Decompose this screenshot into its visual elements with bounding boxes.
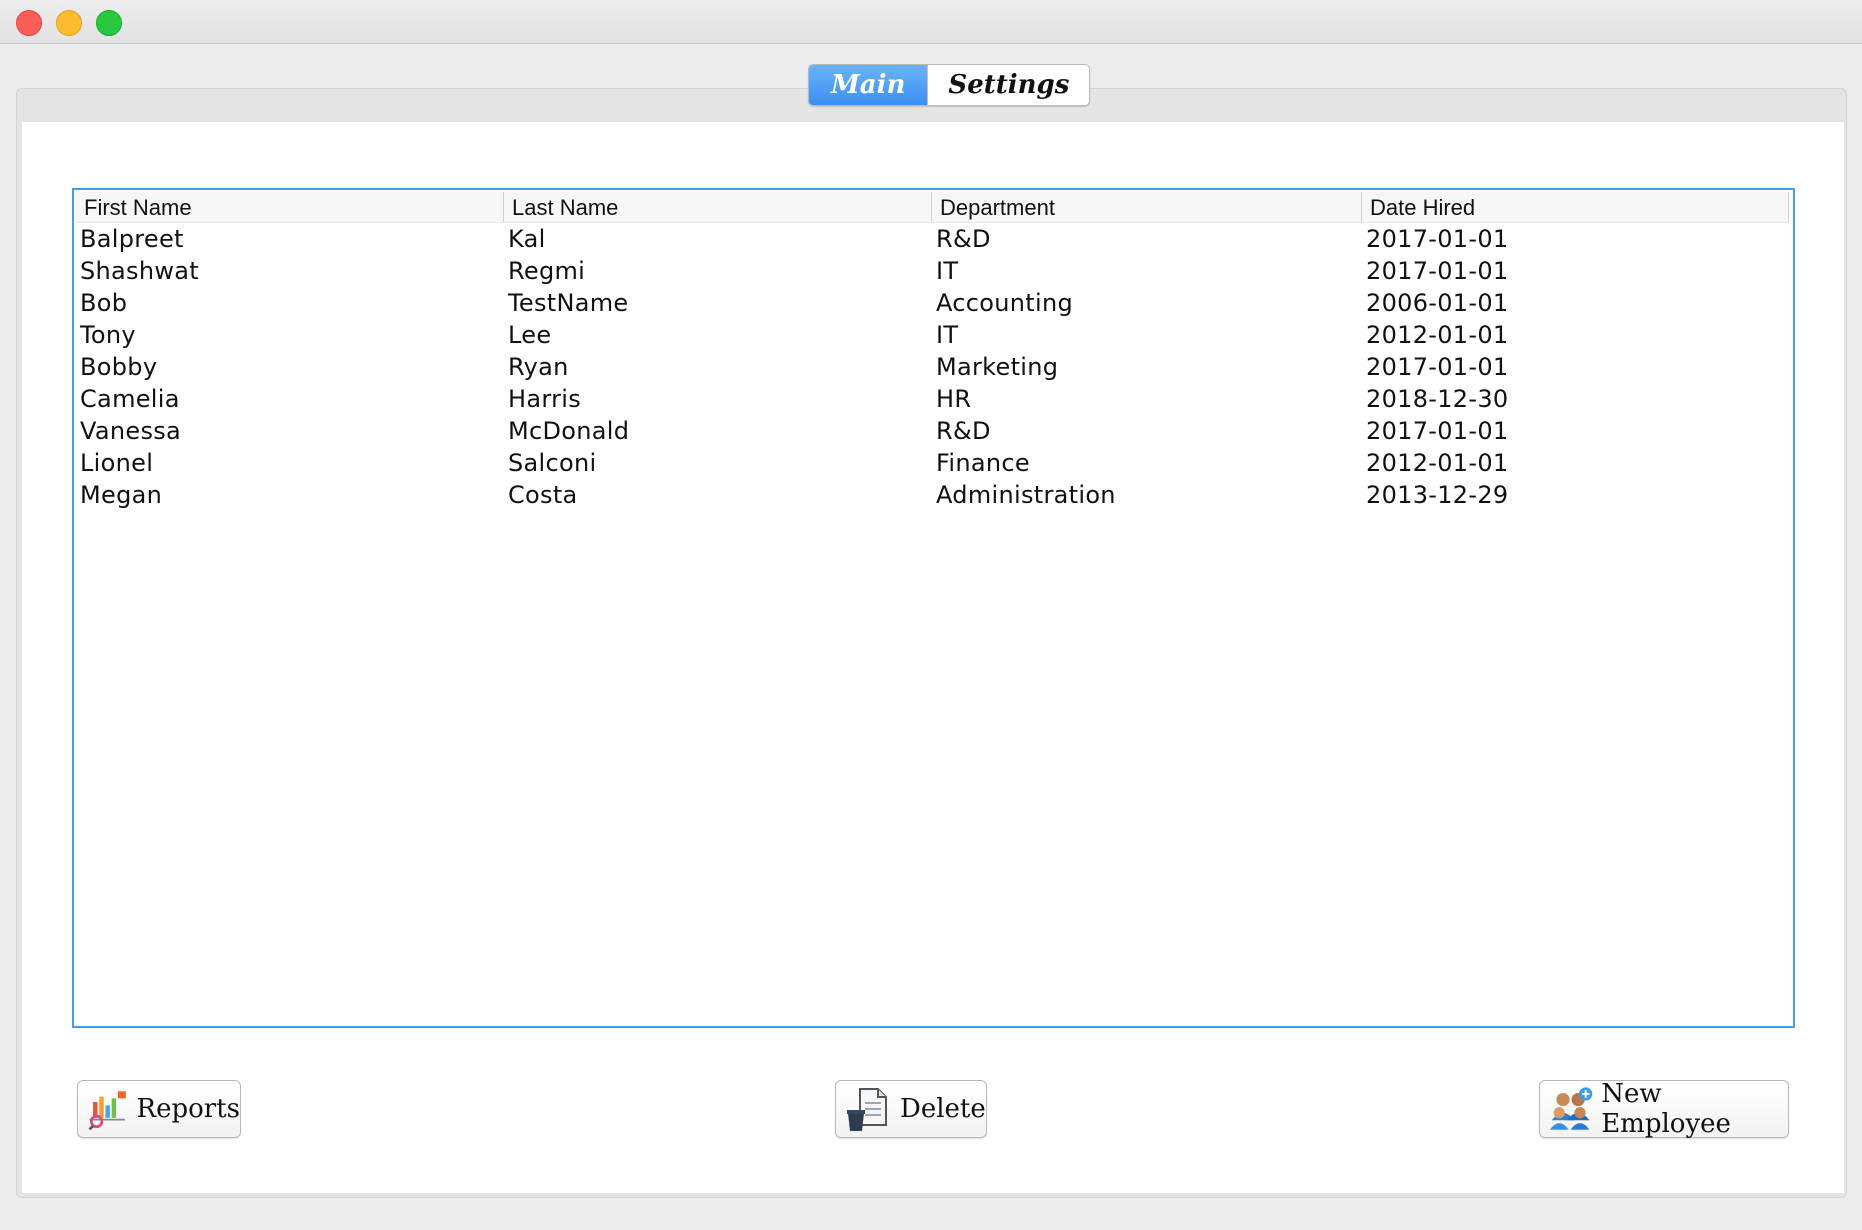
new-employee-button-label: New Employee (1601, 1079, 1731, 1139)
table-row[interactable]: Camelia Harris HR 2018-12-30 (76, 384, 1789, 416)
table-cell: Kal (508, 225, 546, 253)
table-body: Balpreet Kal R&D 2017-01-01 Shashwat Regmi IT 2… (76, 224, 1789, 512)
table-cell: R&D (936, 417, 991, 445)
table-cell: Administration (936, 481, 1116, 509)
table-row[interactable]: Balpreet Kal R&D 2017-01-01 (76, 224, 1789, 256)
table-cell: TestName (508, 289, 629, 317)
delete-document-icon (847, 1088, 887, 1131)
column-header-date-hired[interactable]: Date Hired (1362, 192, 1789, 222)
add-employees-icon (1549, 1087, 1593, 1130)
table-row[interactable]: Lionel Salconi Finance 2012-01-01 (76, 448, 1789, 480)
table-row[interactable]: Tony Lee IT 2012-01-01 (76, 320, 1789, 352)
table-cell: Costa (508, 481, 578, 509)
table-row[interactable]: Vanessa McDonald R&D 2017-01-01 (76, 416, 1789, 448)
table-row[interactable]: Bobby Ryan Marketing 2017-01-01 (76, 352, 1789, 384)
table-header: First Name Last Name Department Date Hir… (76, 192, 1789, 223)
table-cell: HR (936, 385, 972, 413)
column-header-department[interactable]: Department (932, 192, 1362, 222)
table-cell: 2017-01-01 (1366, 225, 1509, 253)
table-cell: 2012-01-01 (1366, 321, 1509, 349)
table-cell: Megan (80, 481, 163, 509)
table-cell: Finance (936, 449, 1030, 477)
table-cell: Lee (508, 321, 552, 349)
table-cell: Tony (80, 321, 136, 349)
table-cell: McDonald (508, 417, 630, 445)
delete-button-label: Delete (900, 1094, 986, 1124)
table-cell: Shashwat (80, 257, 200, 285)
minimize-window-button[interactable] (56, 10, 82, 36)
table-cell: Bob (80, 289, 128, 317)
table-cell: 2006-01-01 (1366, 289, 1509, 317)
table-cell: IT (936, 321, 959, 349)
tab-main[interactable]: Main (809, 65, 928, 105)
table-row[interactable]: Shashwat Regmi IT 2017-01-01 (76, 256, 1789, 288)
table-cell: Marketing (936, 353, 1059, 381)
table-cell: 2017-01-01 (1366, 353, 1509, 381)
table-cell: Accounting (936, 289, 1074, 317)
table-cell: 2012-01-01 (1366, 449, 1509, 477)
tab-settings[interactable]: Settings (927, 65, 1090, 105)
reports-button-label: Reports (136, 1094, 240, 1124)
table-row[interactable]: Bob TestName Accounting 2006-01-01 (76, 288, 1789, 320)
table-cell: R&D (936, 225, 991, 253)
table-cell: Balpreet (80, 225, 184, 253)
report-chart-icon (88, 1091, 126, 1131)
table-row[interactable]: Megan Costa Administration 2013-12-29 (76, 480, 1789, 512)
table-cell: Salconi (508, 449, 597, 477)
table-cell: 2013-12-29 (1366, 481, 1509, 509)
table-cell: Bobby (80, 353, 158, 381)
table-cell: Camelia (80, 385, 180, 413)
table-cell: Vanessa (80, 417, 182, 445)
table-cell: Regmi (508, 257, 586, 285)
tab-bar: Main Settings (808, 64, 1091, 106)
delete-button[interactable]: Delete (835, 1080, 987, 1138)
table-cell: Harris (508, 385, 582, 413)
table-cell: 2017-01-01 (1366, 257, 1509, 285)
close-window-button[interactable] (16, 10, 42, 36)
table-cell: 2018-12-30 (1366, 385, 1509, 413)
table-cell: IT (936, 257, 959, 285)
employee-table[interactable]: First Name Last Name Department Date Hir… (72, 188, 1795, 1028)
table-cell: Lionel (80, 449, 154, 477)
reports-button[interactable]: Reports (77, 1080, 241, 1138)
zoom-window-button[interactable] (96, 10, 122, 36)
new-employee-button[interactable]: New Employee (1539, 1079, 1789, 1139)
table-cell: Ryan (508, 353, 569, 381)
column-header-last-name[interactable]: Last Name (504, 192, 932, 222)
table-cell: 2017-01-01 (1366, 417, 1509, 445)
window-titlebar (0, 0, 1862, 44)
column-header-first-name[interactable]: First Name (76, 192, 504, 222)
